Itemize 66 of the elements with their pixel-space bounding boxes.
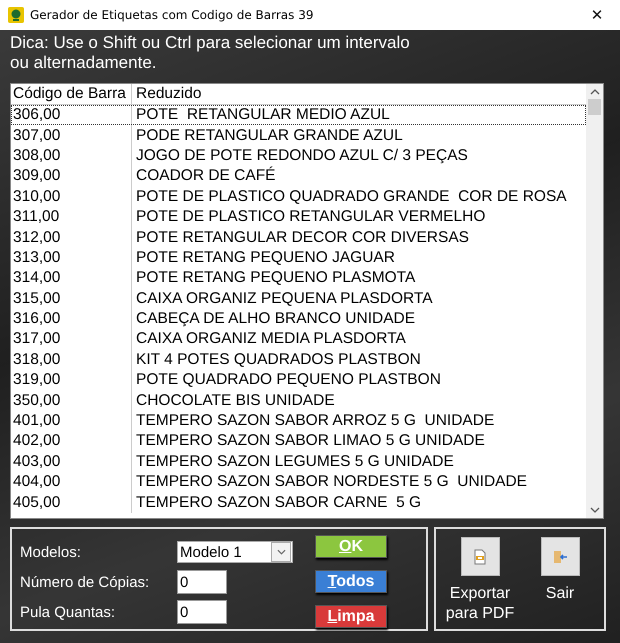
button-label: Exportar para PDF bbox=[444, 584, 516, 624]
window-title: Gerador de Etiquetas com Codigo de Barras 39 bbox=[30, 8, 314, 22]
table-cell-text: TEMPERO SAZON SABOR NORDESTE 5 G UNIDADE bbox=[135, 472, 528, 492]
table-cell-text: PODE RETANGULAR GRANDE AZUL bbox=[135, 126, 403, 146]
model-dropdown[interactable]: Modelo 1 bbox=[177, 541, 293, 563]
table-cell: 312,00 bbox=[11, 227, 132, 248]
table-cell-text: POTE RETANGULAR DECOR COR DIVERSAS bbox=[135, 228, 470, 248]
table-cell-text: TEMPERO SAZON SABOR ARROZ 5 G UNIDADE bbox=[135, 411, 494, 432]
table-cell-text: POTE DE PLASTICO QUADRADO GRANDE COR DE ROSA bbox=[135, 186, 567, 207]
table-cell: 313,00 bbox=[11, 248, 132, 268]
table-cell: 317,00 bbox=[11, 329, 132, 350]
table-cell: 307,00 bbox=[11, 125, 132, 146]
table-cell: 319,00 bbox=[11, 370, 132, 390]
table-cell-text: JOGO DE POTE REDONDO AZUL C/ 3 PEÇAS bbox=[135, 146, 468, 166]
chevron-down-icon bbox=[276, 549, 286, 555]
table-cell: 350,00 bbox=[11, 390, 132, 411]
column-header[interactable]: Reduzido bbox=[132, 84, 202, 104]
product-list[interactable] bbox=[10, 83, 604, 519]
close-button[interactable]: ✕ bbox=[574, 0, 620, 30]
toolbar-button[interactable] bbox=[540, 537, 580, 576]
action-button[interactable]: Todos bbox=[315, 570, 387, 593]
field-label: Modelos: bbox=[20, 544, 82, 560]
table-cell: 306,00 bbox=[11, 105, 132, 126]
table-cell-text: CHOCOLATE BIS UNIDADE bbox=[135, 390, 335, 411]
document-icon bbox=[472, 548, 488, 564]
table-cell-text: POTE RETANG PEQUENO JAGUAR bbox=[135, 248, 395, 268]
exit-door-icon bbox=[552, 548, 568, 564]
table-cell: 405,00 bbox=[11, 492, 132, 513]
table-cell-text: POTE RETANG PEQUENO PLASMOTA bbox=[135, 268, 416, 288]
hint-text: Dica: Use o Shift ou Ctrl para selecionar um intervalo ou alternadamente. bbox=[10, 33, 411, 73]
app-icon bbox=[8, 7, 24, 23]
table-cell-text: CAIXA ORGANIZ MEDIA PLASDORTA bbox=[135, 329, 406, 350]
table-cell: 318,00 bbox=[11, 350, 132, 370]
table-cell: 401,00 bbox=[11, 410, 132, 432]
button-label: Sair bbox=[544, 584, 576, 604]
table-cell: 309,00 bbox=[11, 166, 132, 187]
table-cell-text: POTE DE PLASTICO RETANGULAR VERMELHO bbox=[135, 207, 486, 228]
table-cell: 402,00 bbox=[11, 431, 132, 452]
action-button[interactable]: Limpa bbox=[315, 605, 387, 628]
table-cell: 315,00 bbox=[11, 288, 132, 309]
table-cell-text: TEMPERO SAZON SABOR LIMAO 5 G UNIDADE bbox=[135, 431, 485, 452]
table-cell: 311,00 bbox=[11, 206, 132, 228]
table-cell: 314,00 bbox=[11, 268, 132, 289]
table-cell: 308,00 bbox=[11, 146, 132, 166]
field-label: Número de Cópias: bbox=[20, 574, 150, 590]
scrollbar[interactable] bbox=[586, 84, 603, 518]
scroll-up-icon[interactable] bbox=[590, 89, 600, 95]
table-cell-text: POTE QUADRADO PEQUENO PLASTBON bbox=[135, 370, 441, 390]
table-cell-text: TEMPERO SAZON SABOR CARNE 5 G bbox=[135, 492, 422, 513]
table-cell: 316,00 bbox=[11, 308, 132, 330]
table-cell-text: CABEÇA DE ALHO BRANCO UNIDADE bbox=[135, 309, 416, 330]
table-cell-text: TEMPERO SAZON LEGUMES 5 G UNIDADE bbox=[135, 452, 454, 472]
column-header[interactable]: Código de Barra bbox=[11, 84, 132, 104]
scroll-thumb[interactable] bbox=[588, 99, 601, 115]
table-cell-text: KIT 4 POTES QUADRADOS PLASTBON bbox=[135, 350, 421, 370]
field-label: Pula Quantas: bbox=[20, 604, 116, 620]
table-cell: 310,00 bbox=[11, 186, 132, 207]
table-cell-text: POTE RETANGULAR MEDIO AZUL bbox=[135, 105, 390, 126]
table-cell: 404,00 bbox=[11, 472, 132, 492]
input-field[interactable]: 0 bbox=[177, 570, 227, 594]
toolbar-button[interactable] bbox=[460, 537, 500, 576]
table-cell: 403,00 bbox=[11, 452, 132, 472]
scroll-down-icon[interactable] bbox=[590, 507, 600, 513]
table-cell-text: COADOR DE CAFÉ bbox=[135, 166, 276, 186]
input-field[interactable]: 0 bbox=[177, 600, 227, 624]
table-cell-text: CAIXA ORGANIZ PEQUENA PLASDORTA bbox=[135, 288, 433, 309]
